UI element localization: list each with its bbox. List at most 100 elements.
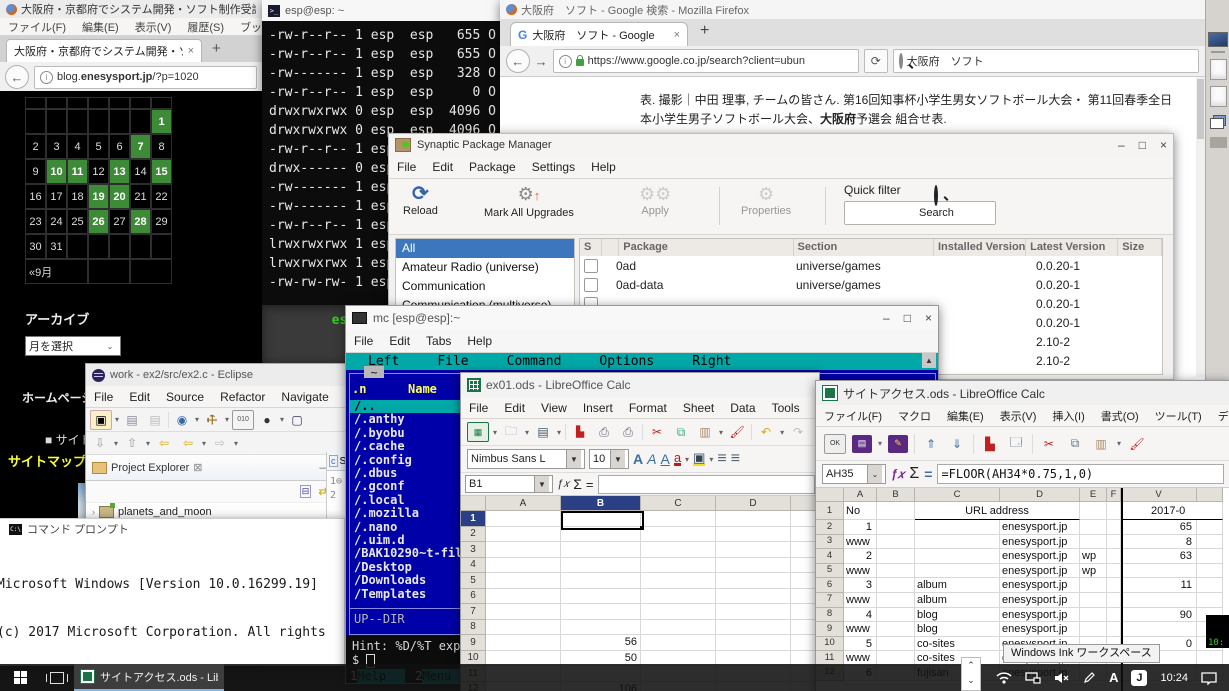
calendar-day[interactable]: 1 (151, 109, 172, 134)
cell[interactable] (877, 502, 915, 520)
build-hammer-icon[interactable]: ⚒ (199, 406, 226, 433)
copy-icon[interactable]: ⧉ (1065, 435, 1085, 453)
mc-col-name[interactable]: Name (408, 382, 437, 396)
cell[interactable] (877, 520, 915, 535)
menu-item[interactable]: File (389, 158, 424, 176)
cell[interactable] (561, 558, 641, 574)
section-filter-item[interactable]: Communication (396, 277, 574, 296)
cell[interactable]: wp (1080, 549, 1107, 564)
cell[interactable]: 1 (844, 520, 877, 535)
menu-item[interactable]: Edit (121, 388, 158, 406)
terminal-titlebar[interactable]: >_ esp@esp: ~ (262, 0, 500, 21)
cell[interactable] (1197, 520, 1223, 535)
start-button[interactable] (0, 664, 40, 691)
package-checkbox[interactable] (584, 278, 598, 292)
cell[interactable] (1107, 608, 1121, 623)
cell[interactable]: 90 (1121, 608, 1197, 623)
cell[interactable]: enesysport.jp (1000, 549, 1080, 564)
bold-icon[interactable]: A (633, 451, 643, 467)
cell[interactable]: enesysport.jp (1000, 622, 1080, 637)
cell[interactable] (1107, 578, 1121, 593)
windows-ink-pen-icon[interactable] (1083, 671, 1096, 684)
eclipse-titlebar[interactable]: work - ex2/src/ex2.c - Eclipse (86, 364, 351, 386)
cell[interactable] (641, 604, 716, 620)
chevron-down-icon[interactable]: ▼ (566, 450, 581, 468)
spin-down-icon[interactable]: ⌄ (962, 673, 980, 688)
cell[interactable] (1107, 520, 1121, 535)
cell[interactable]: 56 (561, 635, 641, 651)
calendar-prev-month[interactable]: «9月 (25, 259, 88, 284)
cell[interactable] (716, 604, 791, 620)
network-icon[interactable] (1025, 672, 1041, 684)
menu-item[interactable]: マクロ (890, 406, 939, 426)
cut-icon[interactable]: ✂ (1039, 435, 1059, 453)
cell[interactable] (716, 511, 791, 527)
row-header[interactable]: 6 (816, 578, 844, 593)
cell[interactable] (1107, 535, 1121, 550)
cell[interactable]: 2017-0 (1121, 502, 1223, 520)
cut-icon[interactable]: ✂ (647, 423, 667, 441)
cell[interactable] (716, 589, 791, 605)
cell[interactable] (486, 620, 561, 636)
column-header[interactable]: B (877, 488, 915, 502)
cell[interactable] (1080, 622, 1107, 637)
menu-item[interactable]: Edit (381, 332, 418, 350)
project-explorer-tab[interactable]: Project Explorer (111, 462, 189, 474)
font-size-combo[interactable]: 10▼ (589, 449, 629, 469)
cell[interactable]: 8 (1121, 535, 1197, 550)
cell[interactable] (1121, 622, 1197, 637)
reload-button[interactable]: ⟳ Reload (403, 183, 438, 217)
chevron-down-icon[interactable]: ⌄ (867, 465, 882, 483)
mc-col-sort[interactable]: .n (352, 382, 366, 396)
menu-item[interactable]: Edit (496, 399, 533, 417)
cell[interactable] (1197, 549, 1223, 564)
name-box[interactable]: AH35⌄ (822, 464, 886, 484)
tab-close-icon[interactable]: × (188, 45, 194, 57)
italic-icon[interactable]: A (647, 451, 656, 467)
cell[interactable] (1080, 593, 1107, 608)
cell[interactable] (1080, 578, 1107, 593)
cell[interactable]: 63 (1121, 549, 1197, 564)
menu-item[interactable]: Settings (524, 158, 583, 176)
upload-arrow-icon[interactable]: ⇧ (122, 434, 142, 452)
menu-item[interactable]: Refactor (212, 388, 273, 406)
cell[interactable]: www (844, 564, 877, 579)
cell[interactable] (641, 527, 716, 543)
close-button[interactable]: × (925, 311, 932, 325)
properties-button[interactable]: ⚙ Properties (741, 183, 791, 217)
highlight-color-icon[interactable]: ▣ (693, 452, 705, 466)
cell[interactable] (561, 573, 641, 589)
paste-icon[interactable]: ▥ (1091, 435, 1111, 453)
cell[interactable] (716, 573, 791, 589)
synaptic-titlebar[interactable]: Synaptic Package Manager –□× (389, 134, 1173, 156)
row-header[interactable]: 7 (816, 593, 844, 608)
grid-corner[interactable] (816, 488, 844, 502)
cell[interactable]: blog (915, 622, 1000, 637)
save-icon[interactable]: ▤ (852, 435, 872, 453)
expand-arrow-icon[interactable]: › (92, 507, 95, 517)
cell[interactable]: 5 (844, 637, 877, 652)
column-header[interactable]: A (486, 496, 561, 511)
google-active-tab[interactable]: G 大阪府 ソフト - Google × (510, 22, 688, 46)
cell[interactable] (915, 535, 1000, 550)
cell[interactable] (1107, 549, 1121, 564)
cell[interactable] (877, 549, 915, 564)
chevron-down-icon[interactable]: ▼ (610, 450, 625, 468)
save-icon[interactable]: ▤ (533, 423, 553, 441)
column-header[interactable]: D (716, 496, 791, 511)
menu-item[interactable]: 編集(E) (74, 17, 127, 37)
monitor-icon[interactable] (1208, 32, 1228, 47)
url-bar[interactable]: i blog.enesysport.jp/?p=1020 (34, 66, 257, 89)
cell[interactable] (1121, 593, 1197, 608)
month-select[interactable]: 月を選択 ⌄ (25, 336, 121, 356)
row-header[interactable]: 7 (461, 604, 486, 620)
function-wizard-icon[interactable]: ƒ𝑥 (557, 478, 569, 491)
sort-ascending-icon[interactable]: ⇑ (921, 435, 941, 453)
stamp-icon[interactable]: OK (824, 434, 846, 454)
cell[interactable] (915, 520, 1000, 535)
calendar-day[interactable]: 20 (109, 184, 130, 209)
tab-close-icon[interactable]: ⊠ (193, 461, 202, 474)
mc-scroll-up-icon[interactable]: ▲ (922, 353, 936, 368)
menu-item[interactable]: Format (621, 399, 675, 417)
column-header[interactable]: A (844, 488, 877, 502)
